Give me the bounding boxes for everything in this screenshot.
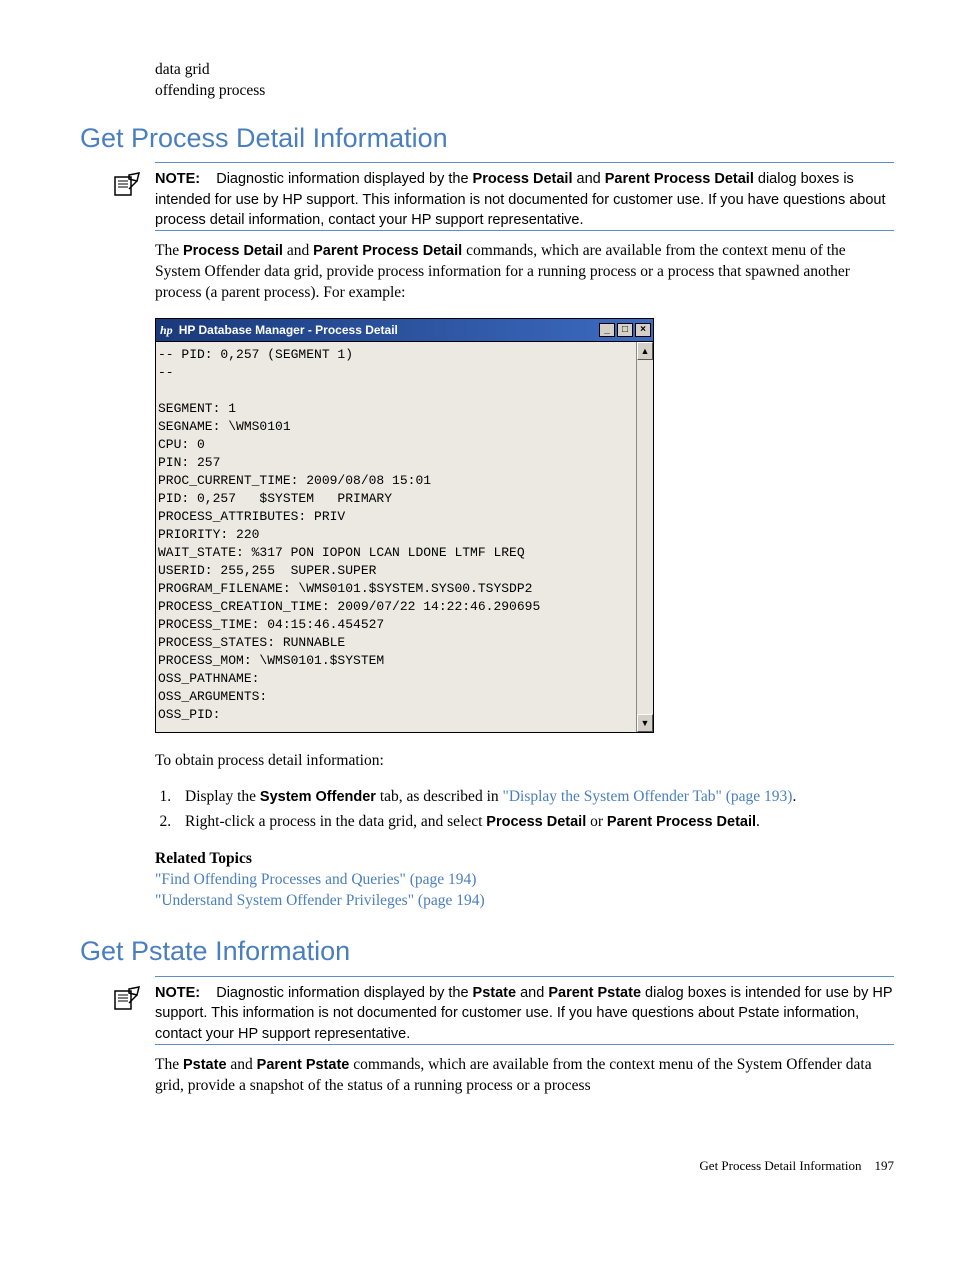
body-paragraph: The Process Detail and Parent Process De… bbox=[155, 241, 894, 304]
fragment-line: data grid bbox=[155, 60, 894, 81]
step-item: Display the System Offender tab, as desc… bbox=[175, 787, 894, 808]
body-paragraph: The Pstate and Parent Pstate commands, w… bbox=[155, 1055, 894, 1097]
maximize-button[interactable]: □ bbox=[617, 323, 633, 337]
related-heading: Related Topics bbox=[155, 849, 894, 870]
section-heading-pstate: Get Pstate Information bbox=[80, 933, 894, 969]
note-block: NOTE: Diagnostic information displayed b… bbox=[155, 169, 894, 230]
related-topics: Related Topics "Find Offending Processes… bbox=[155, 849, 894, 912]
dialog-title: HP Database Manager - Process Detail bbox=[179, 322, 398, 338]
note-label: NOTE: bbox=[155, 171, 200, 187]
process-detail-dialog: hp HP Database Manager - Process Detail … bbox=[155, 318, 654, 733]
footer-title: Get Process Detail Information bbox=[699, 1158, 861, 1173]
page-number: 197 bbox=[875, 1158, 895, 1173]
scroll-down-icon[interactable]: ▼ bbox=[637, 714, 653, 732]
hp-logo-icon: hp bbox=[160, 322, 173, 338]
page-footer: Get Process Detail Information 197 bbox=[80, 1157, 894, 1175]
step-item: Right-click a process in the data grid, … bbox=[175, 812, 894, 833]
note-label: NOTE: bbox=[155, 985, 200, 1001]
note-icon bbox=[111, 171, 141, 204]
dialog-titlebar[interactable]: hp HP Database Manager - Process Detail … bbox=[156, 319, 653, 342]
note-block: NOTE: Diagnostic information displayed b… bbox=[155, 983, 894, 1044]
link-understand-privileges[interactable]: "Understand System Offender Privileges" … bbox=[155, 892, 485, 909]
dialog-content: -- PID: 0,257 (SEGMENT 1) -- SEGMENT: 1 … bbox=[156, 342, 636, 732]
close-button[interactable]: × bbox=[635, 323, 651, 337]
scroll-track[interactable] bbox=[637, 360, 653, 714]
scrollbar[interactable]: ▲ ▼ bbox=[636, 342, 653, 732]
steps-list: Display the System Offender tab, as desc… bbox=[155, 787, 894, 833]
instruction-intro: To obtain process detail information: bbox=[155, 751, 894, 772]
link-find-offending[interactable]: "Find Offending Processes and Queries" (… bbox=[155, 871, 476, 888]
note-icon bbox=[111, 985, 141, 1018]
minimize-button[interactable]: _ bbox=[599, 323, 615, 337]
prior-page-fragment: data grid offending process bbox=[155, 60, 894, 102]
section-heading-process-detail: Get Process Detail Information bbox=[80, 120, 894, 156]
divider bbox=[155, 976, 894, 977]
link-display-system-offender[interactable]: "Display the System Offender Tab" (page … bbox=[503, 788, 793, 805]
scroll-up-icon[interactable]: ▲ bbox=[637, 342, 653, 360]
note-text: NOTE: Diagnostic information displayed b… bbox=[155, 983, 894, 1044]
note-text: NOTE: Diagnostic information displayed b… bbox=[155, 169, 894, 230]
fragment-line: offending process bbox=[155, 81, 894, 102]
divider bbox=[155, 1044, 894, 1045]
divider bbox=[155, 230, 894, 231]
divider bbox=[155, 162, 894, 163]
